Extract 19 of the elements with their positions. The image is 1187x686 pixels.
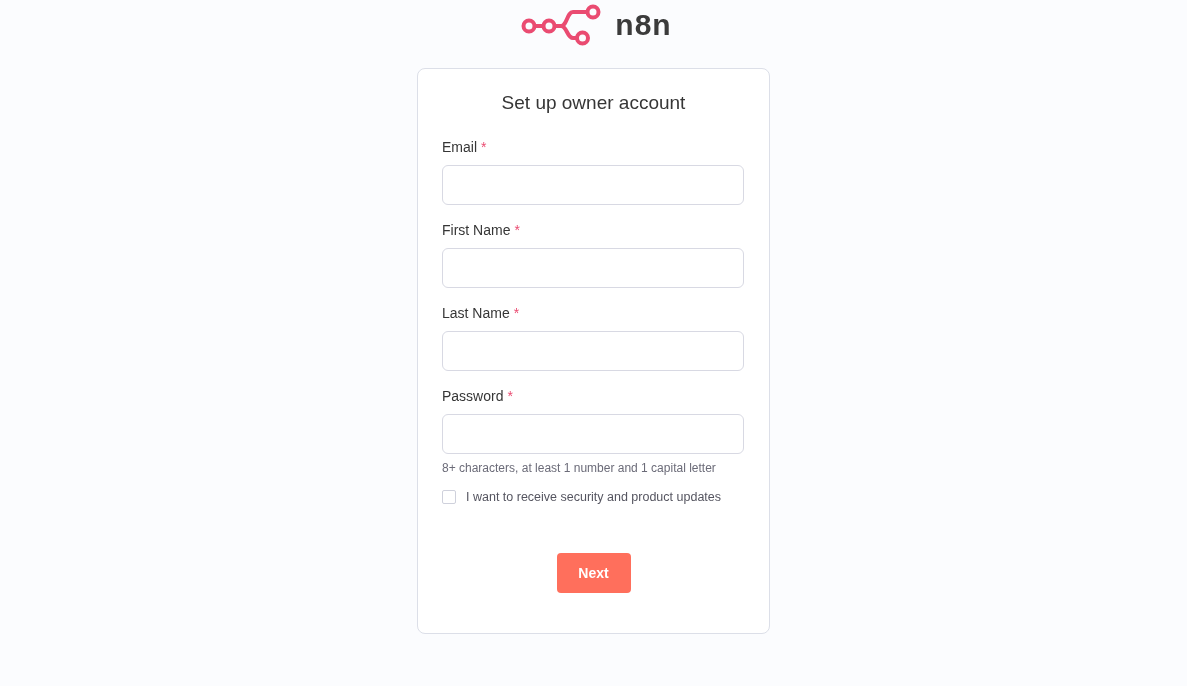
input-field[interactable]: [442, 165, 744, 205]
hint-text: 8+ characters, at least 1 number and 1 capital letter: [442, 461, 717, 475]
field-label: Email: [442, 139, 477, 156]
field-label: Password: [442, 388, 504, 405]
logo-icon: [521, 4, 602, 46]
field-label: First Name: [442, 222, 511, 239]
next-button[interactable]: Next: [556, 553, 631, 593]
input-field[interactable]: [442, 248, 744, 288]
input-field[interactable]: [442, 331, 744, 371]
checkbox[interactable]: [442, 490, 456, 504]
required-mark: *: [481, 139, 487, 156]
checkbox-label: I want to receive security and product updates: [466, 490, 721, 504]
form-title: Set up owner account: [500, 92, 687, 114]
required-mark: *: [507, 388, 513, 405]
logo-wordmark: n8n: [615, 8, 672, 42]
required-mark: *: [513, 305, 520, 322]
required-mark: *: [514, 222, 520, 239]
field-label: Last Name: [442, 305, 510, 322]
input-field[interactable]: [442, 414, 744, 454]
